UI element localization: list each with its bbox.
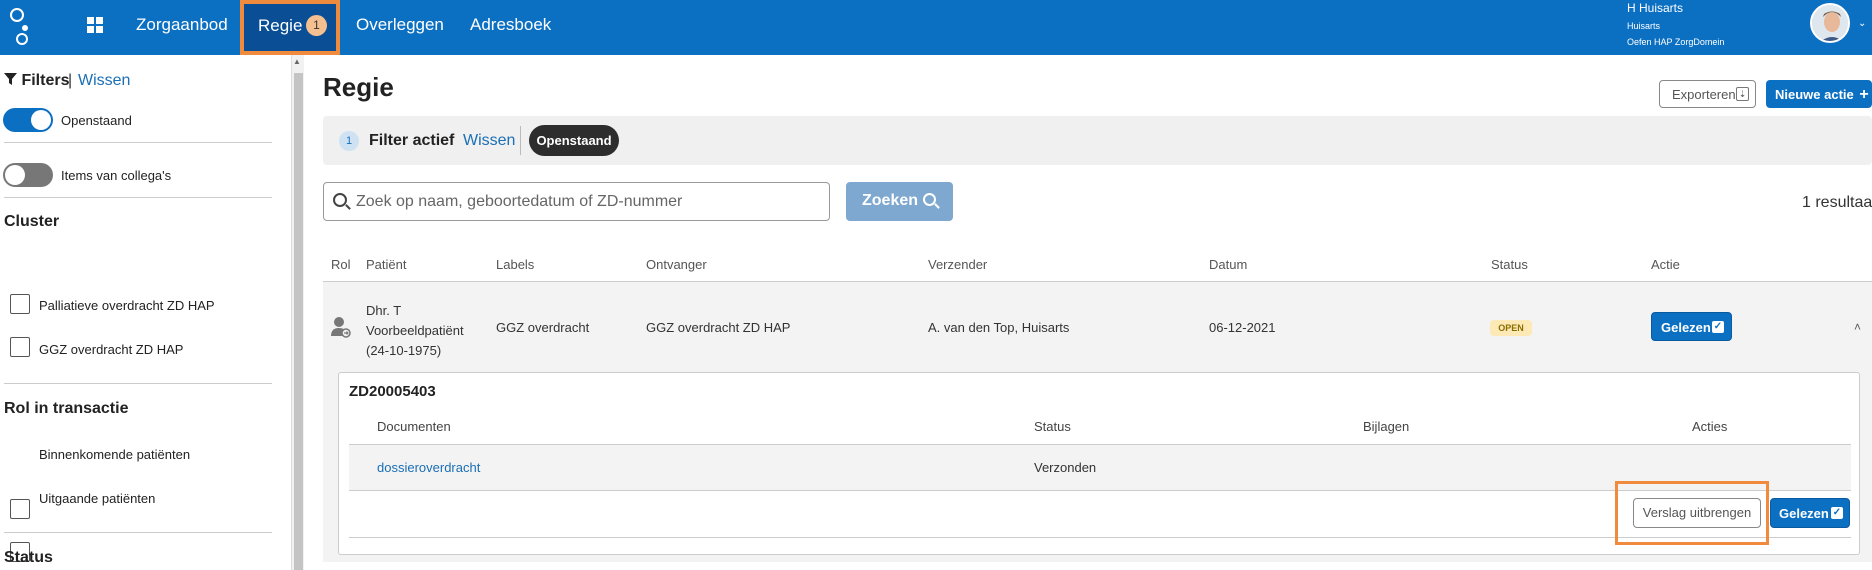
scroll-up-arrow-icon[interactable]: ▲ — [293, 57, 301, 66]
document-link[interactable]: dossieroverdracht — [377, 460, 480, 475]
search-button[interactable]: Zoeken — [846, 182, 953, 221]
sidebar-scrollbar[interactable]: ▲ — [292, 55, 304, 570]
divider — [520, 126, 521, 155]
search-icon — [923, 193, 936, 206]
avatar[interactable] — [1810, 3, 1850, 43]
patient-cell: Dhr. T Voorbeeldpatiënt (24-10-1975) — [366, 301, 464, 361]
checkbox-binnenkomend-label[interactable]: Binnenkomende patiënten — [39, 447, 190, 462]
nav-zorgaanbod[interactable]: Zorgaanbod — [136, 15, 228, 35]
checkbox-ggz[interactable] — [10, 337, 30, 357]
funnel-icon — [4, 73, 17, 85]
detail-header-acties: Acties — [1692, 419, 1728, 434]
detail-header-status: Status — [1034, 419, 1071, 434]
nav-regie[interactable]: Regie 1 — [240, 0, 340, 55]
column-header-actie[interactable]: Actie — [1651, 257, 1680, 272]
chevron-down-icon[interactable]: ⌄ — [1858, 18, 1866, 29]
divider — [4, 383, 272, 384]
result-count: 1 resultaat — [1802, 194, 1872, 211]
user-organization: Oefen HAP ZorgDomein — [1627, 37, 1725, 47]
filter-sidebar: Filters | Wissen Openstaand Items van co… — [0, 55, 292, 570]
checkbox-ggz-label[interactable]: GGZ overdracht ZD HAP — [39, 342, 183, 357]
page-title: Regie — [323, 72, 394, 102]
filters-separator: | — [68, 72, 73, 89]
filter-active-label: Filter actief — [369, 132, 455, 149]
column-header-ontvanger[interactable]: Ontvanger — [646, 257, 707, 272]
rol-heading: Rol in transactie — [4, 400, 129, 417]
patient-name: Dhr. T — [366, 303, 402, 318]
row-date: 06-12-2021 — [1209, 320, 1276, 335]
zd-number: ZD20005403 — [349, 383, 436, 400]
cluster-heading: Cluster — [4, 213, 60, 230]
column-header-labels[interactable]: Labels — [496, 257, 534, 272]
patient-surname: Voorbeeldpatiënt — [366, 323, 464, 338]
person-outgoing-icon — [331, 317, 351, 338]
nav-regie-label: Regie — [258, 16, 303, 35]
active-filter-bar: 1 Filter actief Wissen Openstaand — [323, 116, 1872, 165]
column-header-rol[interactable]: Rol — [331, 257, 351, 272]
row-sender: A. van den Top, Huisarts — [928, 320, 1070, 335]
search-input[interactable] — [356, 192, 816, 212]
row-label: GGZ overdracht — [496, 320, 590, 335]
plus-icon: + — [1859, 86, 1869, 103]
row-gelezen-button[interactable]: Gelezen ✓ — [1651, 312, 1732, 341]
divider — [4, 197, 272, 198]
user-role: Huisarts — [1627, 21, 1661, 31]
highlight-box — [1615, 481, 1769, 545]
checkbox-palliatieve[interactable] — [10, 294, 30, 314]
checkmark-icon: ✓ — [1712, 321, 1724, 333]
logo-icon[interactable] — [8, 6, 38, 48]
checkbox-binnenkomend[interactable] — [10, 499, 30, 519]
top-navigation-bar: Zorgaanbod Regie 1 Overleggen Adresboek … — [0, 0, 1872, 55]
search-box[interactable] — [323, 182, 830, 221]
checkbox-uitgaand-label[interactable]: Uitgaande patiënten — [39, 491, 155, 506]
toggle-openstaand-label: Openstaand — [61, 113, 132, 128]
patient-birthdate: (24-10-1975) — [366, 343, 442, 358]
filter-count-badge: 1 — [339, 131, 359, 151]
new-action-button[interactable]: Nieuwe actie + — [1766, 80, 1872, 108]
row-recipient: GGZ overdracht ZD HAP — [646, 320, 791, 335]
toggle-collegas-label: Items van collega's — [61, 168, 172, 183]
status-badge: OPEN — [1490, 320, 1532, 336]
export-button[interactable]: Exporteren ⇣ — [1659, 80, 1756, 108]
column-header-datum[interactable]: Datum — [1209, 257, 1247, 272]
detail-header-bijlagen: Bijlagen — [1363, 419, 1410, 434]
status-heading: Status — [4, 549, 53, 566]
export-icon: ⇣ — [1736, 87, 1749, 101]
divider — [4, 142, 272, 143]
filters-clear-link[interactable]: Wissen — [78, 72, 130, 90]
filter-chip-openstaand[interactable]: Openstaand — [529, 125, 619, 156]
divider — [4, 532, 272, 533]
dashboard-grid-icon[interactable] — [87, 17, 103, 33]
toggle-collegas[interactable] — [3, 163, 53, 187]
checkmark-icon: ✓ — [1831, 507, 1843, 519]
document-status: Verzonden — [1034, 460, 1097, 475]
regie-count-badge: 1 — [306, 15, 327, 36]
column-header-status[interactable]: Status — [1491, 257, 1528, 272]
search-icon — [333, 193, 347, 207]
chevron-up-icon[interactable]: ˄ — [1854, 320, 1861, 334]
detail-gelezen-button[interactable]: Gelezen ✓ — [1770, 498, 1850, 528]
toggle-openstaand[interactable] — [3, 108, 53, 132]
filters-heading: Filters — [4, 72, 69, 90]
user-name: H Huisarts — [1627, 1, 1684, 15]
detail-header-documenten: Documenten — [377, 419, 451, 434]
column-header-verzender[interactable]: Verzender — [928, 257, 987, 272]
scrollbar-thumb[interactable] — [294, 73, 303, 570]
filter-clear-link[interactable]: Wissen — [463, 132, 515, 150]
column-header-patient[interactable]: Patiënt — [366, 257, 406, 272]
nav-adresboek[interactable]: Adresboek — [470, 15, 551, 35]
nav-overleggen[interactable]: Overleggen — [356, 15, 444, 35]
checkbox-palliatieve-label[interactable]: Palliatieve overdracht ZD HAP — [39, 298, 215, 313]
